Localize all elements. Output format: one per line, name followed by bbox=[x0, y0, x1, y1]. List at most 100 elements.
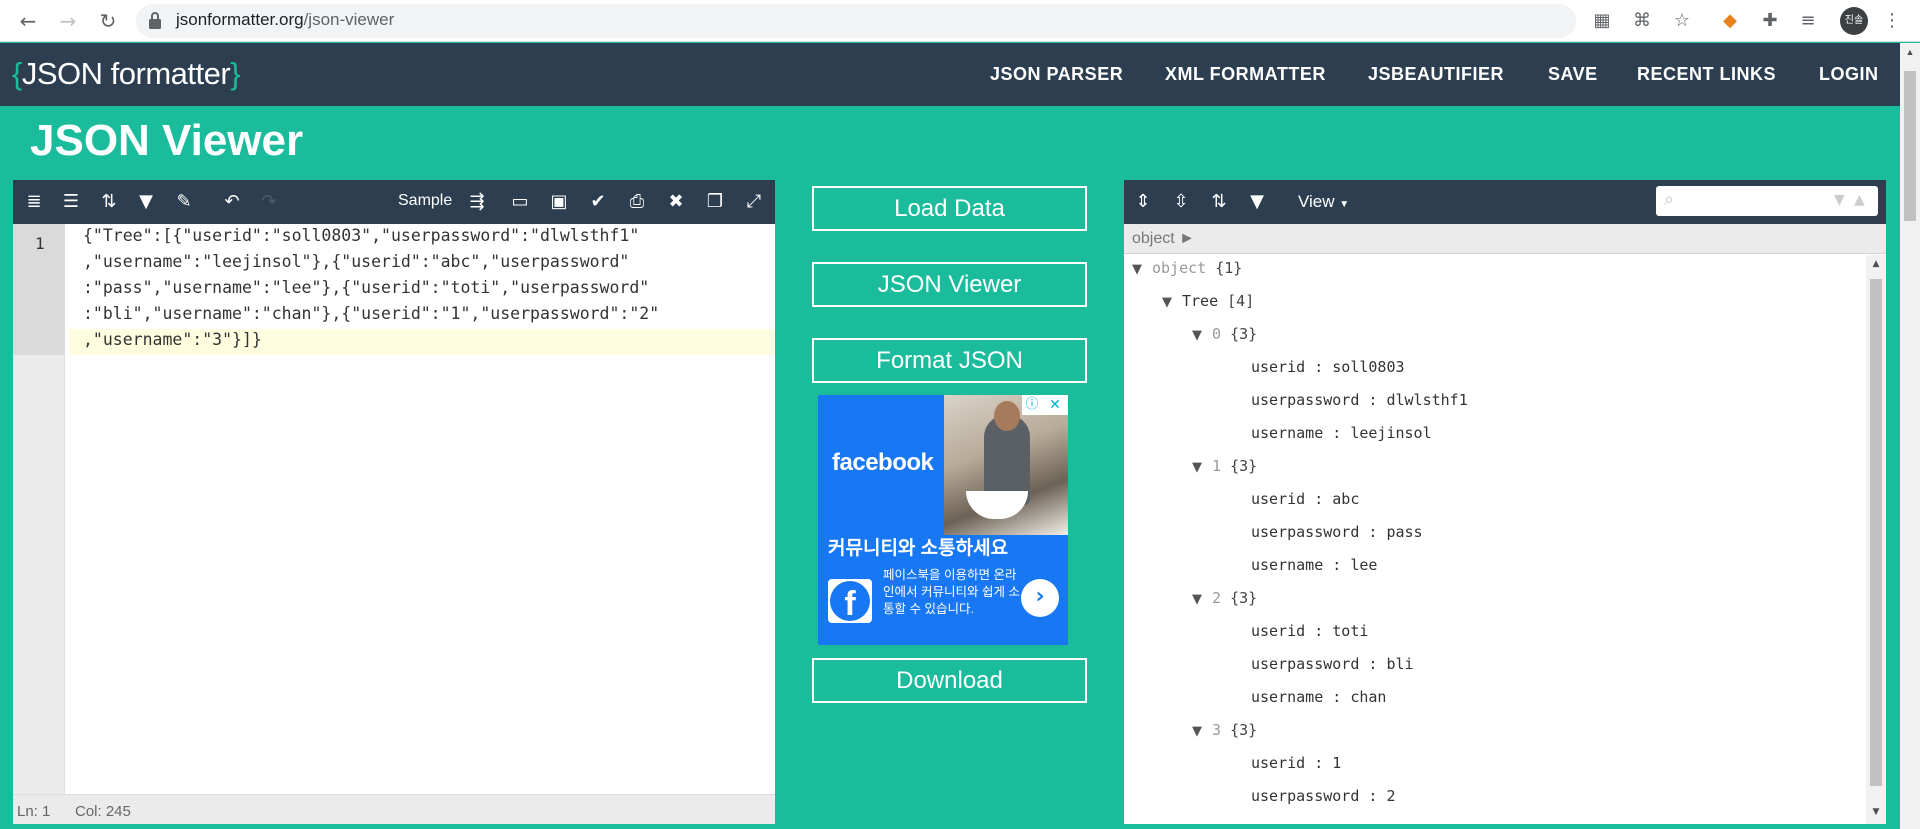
tree-leaf[interactable]: userpassword : bli bbox=[1251, 655, 1414, 673]
expand-toggle-icon[interactable]: ▼ bbox=[1132, 262, 1152, 277]
tree-leaf[interactable]: userid : soll0803 bbox=[1251, 358, 1405, 376]
forward-arrow-icon[interactable]: → bbox=[56, 9, 80, 33]
code-line: ,"username":"3"}]} bbox=[83, 330, 262, 349]
tree-count: {3} bbox=[1230, 721, 1258, 739]
tree-key: 3 bbox=[1212, 721, 1222, 739]
tree-leaf[interactable]: userid : abc bbox=[1251, 490, 1359, 508]
json-viewer-button[interactable]: JSON Viewer bbox=[812, 262, 1087, 307]
filter-icon[interactable]: ▼ bbox=[133, 190, 159, 214]
reading-list-icon[interactable]: ≡ bbox=[1796, 8, 1820, 34]
tree-key: userid bbox=[1251, 754, 1306, 772]
format-json-button[interactable]: Format JSON bbox=[812, 338, 1087, 383]
nav-json-parser[interactable]: JSON PARSER bbox=[990, 64, 1123, 85]
facebook-ad[interactable]: facebook 커뮤니티와 소통하세요 f 페이스북을 이용하면 온라인에서 … bbox=[818, 395, 1068, 645]
tree-node[interactable]: ▼ 2 {3} bbox=[1192, 589, 1257, 607]
viewer-scroll-thumb[interactable] bbox=[1870, 279, 1882, 786]
collapse-all-icon[interactable]: ⇳ bbox=[1168, 190, 1194, 214]
code-line: {"Tree":[{"userid":"soll0803","userpassw… bbox=[83, 226, 640, 245]
tree-key: 0 bbox=[1212, 325, 1222, 343]
tree-key: username bbox=[1251, 424, 1324, 442]
page-scrollbar[interactable]: ▲ bbox=[1900, 43, 1920, 829]
back-arrow-icon[interactable]: ← bbox=[16, 9, 40, 33]
clear-close-icon[interactable]: ✖ bbox=[663, 190, 689, 214]
nav-login[interactable]: LOGIN bbox=[1819, 64, 1879, 85]
tree-leaf[interactable]: userid : 1 bbox=[1251, 754, 1341, 772]
tree-key: userpassword bbox=[1251, 391, 1360, 409]
redo-icon[interactable]: ↷ bbox=[256, 190, 282, 214]
tree-leaf[interactable]: userpassword : pass bbox=[1251, 523, 1423, 541]
compact-icon[interactable]: ☰ bbox=[58, 190, 84, 214]
view-mode-dropdown[interactable]: View ▼ bbox=[1298, 192, 1349, 212]
undo-icon[interactable]: ↶ bbox=[219, 190, 245, 214]
reload-icon[interactable]: ↻ bbox=[96, 9, 120, 33]
download-button[interactable]: Download bbox=[812, 658, 1087, 703]
expand-toggle-icon[interactable]: ▼ bbox=[1192, 724, 1212, 739]
tree-node[interactable]: ▼ Tree [4] bbox=[1162, 292, 1254, 310]
chevron-right-icon[interactable]: › bbox=[1021, 579, 1059, 617]
nav-jsbeautifier[interactable]: JSBEAUTIFIER bbox=[1368, 64, 1504, 85]
sort-icon[interactable]: ⇅ bbox=[1206, 190, 1232, 214]
extensions-puzzle-icon[interactable]: ✚ bbox=[1758, 8, 1782, 34]
open-folder-icon[interactable]: ▭ bbox=[507, 190, 533, 214]
tree-count: [4] bbox=[1227, 292, 1255, 310]
menu-kebab-icon[interactable]: ⋮ bbox=[1880, 8, 1904, 34]
page-scroll-thumb[interactable] bbox=[1904, 71, 1916, 221]
translate-icon[interactable]: ⌘ bbox=[1630, 8, 1654, 34]
wrench-repair-icon[interactable]: ✎ bbox=[171, 190, 197, 214]
tree-leaf[interactable]: username : leejinsol bbox=[1251, 424, 1432, 442]
save-disk-icon[interactable]: ▣ bbox=[546, 190, 572, 214]
viewer-toolbar: ⇕ ⇳ ⇅ ▼ View ▼ ⌕ ▼ ▲ bbox=[1124, 180, 1886, 224]
tree-value: chan bbox=[1350, 688, 1387, 706]
load-data-button[interactable]: Load Data bbox=[812, 186, 1087, 231]
scroll-down-arrow-icon[interactable]: ▼ bbox=[1870, 807, 1882, 817]
copy-icon[interactable]: ❐ bbox=[702, 190, 728, 214]
expand-all-icon[interactable]: ⇕ bbox=[1130, 190, 1156, 214]
expand-toggle-icon[interactable]: ▼ bbox=[1192, 592, 1212, 607]
expand-toggle-icon[interactable]: ▼ bbox=[1192, 328, 1212, 343]
metamask-fox-icon[interactable]: ◆ bbox=[1718, 8, 1742, 34]
tree-key: userpassword bbox=[1251, 523, 1360, 541]
site-logo[interactable]: {JSON formatter} bbox=[12, 56, 241, 92]
filter-icon[interactable]: ▼ bbox=[1244, 190, 1270, 214]
viewer-scrollbar[interactable]: ▲ ▼ bbox=[1866, 255, 1886, 824]
viewer-search-input[interactable]: ⌕ ▼ ▲ bbox=[1656, 186, 1878, 216]
ad-person-head bbox=[994, 401, 1020, 431]
code-area[interactable]: {"Tree":[{"userid":"soll0803","userpassw… bbox=[69, 224, 775, 794]
ad-close-icon[interactable]: ✕ bbox=[1042, 395, 1068, 415]
nav-recent-links[interactable]: RECENT LINKS bbox=[1637, 64, 1776, 85]
sort-icon[interactable]: ⇅ bbox=[96, 190, 122, 214]
nav-save[interactable]: SAVE bbox=[1548, 64, 1598, 85]
format-align-icon[interactable]: ≣ bbox=[21, 190, 47, 214]
page-title: JSON Viewer bbox=[30, 116, 304, 165]
json-tree: ▼ object {1} ▼ Tree [4] ▼ 0 {3} userid : soll0… bbox=[1124, 255, 1866, 824]
search-next-arrow-icon[interactable]: ▼ bbox=[1834, 192, 1845, 208]
ad-info-icon[interactable]: ⓘ bbox=[1022, 395, 1042, 415]
sample-button[interactable]: Sample bbox=[398, 192, 452, 210]
expand-toggle-icon[interactable]: ▼ bbox=[1192, 460, 1212, 475]
status-line: Ln: 1 bbox=[17, 803, 51, 820]
tree-node[interactable]: ▼ 0 {3} bbox=[1192, 325, 1257, 343]
tree-leaf[interactable]: userpassword : 2 bbox=[1251, 787, 1396, 805]
fullscreen-icon[interactable]: ⤢ bbox=[741, 190, 767, 214]
tree-node[interactable]: ▼ 3 {3} bbox=[1192, 721, 1257, 739]
ad-description: 페이스북을 이용하면 온라인에서 커뮤니티와 쉽게 소통할 수 있습니다. bbox=[883, 568, 1020, 616]
scroll-up-arrow-icon[interactable]: ▲ bbox=[1904, 47, 1916, 61]
print-icon[interactable]: ⎙ bbox=[624, 190, 650, 214]
bookmark-star-icon[interactable]: ☆ bbox=[1670, 8, 1694, 34]
tree-node[interactable]: ▼ 1 {3} bbox=[1192, 457, 1257, 475]
usb-share-icon[interactable]: ⇶ bbox=[464, 190, 490, 214]
tree-count: {1} bbox=[1215, 259, 1243, 277]
qr-code-icon[interactable]: ▦ bbox=[1590, 8, 1614, 34]
tree-leaf[interactable]: username : chan bbox=[1251, 688, 1386, 706]
tree-node[interactable]: ▼ object {1} bbox=[1132, 259, 1242, 277]
tree-leaf[interactable]: userpassword : dlwlsthf1 bbox=[1251, 391, 1468, 409]
site-header: {JSON formatter} JSON PARSER XML FORMATT… bbox=[0, 43, 1900, 106]
tree-leaf[interactable]: userid : toti bbox=[1251, 622, 1368, 640]
scroll-up-arrow-icon[interactable]: ▲ bbox=[1870, 259, 1882, 269]
nav-xml-formatter[interactable]: XML FORMATTER bbox=[1165, 64, 1326, 85]
profile-avatar[interactable]: 진솔 bbox=[1840, 7, 1868, 35]
validate-check-icon[interactable]: ✔ bbox=[585, 190, 611, 214]
search-previous-arrow-icon[interactable]: ▲ bbox=[1854, 192, 1865, 208]
tree-leaf[interactable]: username : lee bbox=[1251, 556, 1377, 574]
expand-toggle-icon[interactable]: ▼ bbox=[1162, 295, 1182, 310]
